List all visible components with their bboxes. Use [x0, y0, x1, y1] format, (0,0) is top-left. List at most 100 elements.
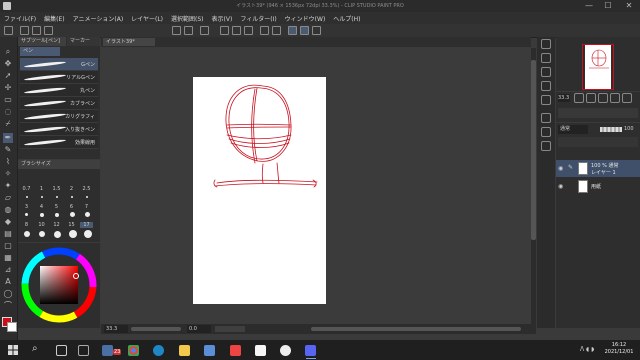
- menu-file[interactable]: ファイル(F): [0, 14, 40, 23]
- app-taskbar-icon[interactable]: [102, 345, 113, 356]
- chrome-icon[interactable]: [128, 345, 139, 356]
- lasso-tool-icon[interactable]: ◌: [3, 107, 13, 117]
- correct-line-tool-icon[interactable]: ⌒: [3, 301, 13, 311]
- snap-grid-icon[interactable]: [312, 26, 321, 35]
- fill-tool-icon[interactable]: ◆: [3, 217, 13, 227]
- search-icon[interactable]: ⌕: [32, 343, 38, 354]
- horizontal-scroll-thumb[interactable]: [311, 327, 521, 331]
- layer-move-tool-icon[interactable]: ✢: [3, 83, 13, 93]
- pen-tool-icon[interactable]: ✒: [3, 133, 13, 143]
- operation-tool-icon[interactable]: ➚: [3, 71, 13, 81]
- layer-tool-icon[interactable]: [598, 93, 608, 103]
- edge-icon[interactable]: [153, 345, 164, 356]
- size-option[interactable]: 2: [65, 186, 78, 192]
- ruler-tool-icon[interactable]: ⊿: [3, 265, 13, 275]
- size-option[interactable]: 1: [35, 186, 48, 192]
- zoom-slider[interactable]: [131, 327, 181, 331]
- menu-selection[interactable]: 選択範囲(S): [167, 14, 208, 23]
- menu-animation[interactable]: アニメーション(A): [69, 14, 128, 23]
- paper-canvas[interactable]: [193, 77, 326, 304]
- selection-tool-icon[interactable]: ▭: [3, 95, 13, 105]
- fill-icon[interactable]: [232, 26, 241, 35]
- size-dot[interactable]: [70, 212, 75, 217]
- size-dot[interactable]: [85, 212, 90, 217]
- new-file-icon[interactable]: [20, 26, 29, 35]
- menu-view[interactable]: 表示(V): [208, 14, 237, 23]
- clip-studio-paint-icon[interactable]: [280, 345, 291, 356]
- pencil-tool-icon[interactable]: ✎: [3, 145, 13, 155]
- navigator-viewport-frame[interactable]: [582, 44, 614, 90]
- invert-selection-icon[interactable]: [272, 26, 281, 35]
- snap-special-ruler-icon[interactable]: [300, 26, 309, 35]
- gradient-tool-icon[interactable]: ▤: [3, 229, 13, 239]
- brush-item[interactable]: リアルGペン: [20, 71, 98, 84]
- size-dot[interactable]: [26, 196, 28, 198]
- layer-property-icon[interactable]: [541, 113, 551, 123]
- eraser-tool-icon[interactable]: ▱: [3, 193, 13, 203]
- windows-start-icon[interactable]: [8, 345, 18, 355]
- size-option[interactable]: 1.5: [50, 186, 63, 192]
- figure-tool-icon[interactable]: ▢: [3, 241, 13, 251]
- layer-tool-icon[interactable]: [586, 93, 596, 103]
- frame-tool-icon[interactable]: ▦: [3, 253, 13, 263]
- widgets-icon[interactable]: [78, 345, 89, 356]
- size-dot[interactable]: [84, 230, 92, 238]
- brush-item[interactable]: 効果線用: [20, 136, 98, 149]
- vertical-scroll-thumb[interactable]: [531, 60, 536, 240]
- size-dot[interactable]: [54, 231, 61, 238]
- size-option[interactable]: 4: [35, 204, 48, 210]
- size-dot[interactable]: [41, 196, 43, 198]
- size-dot[interactable]: [56, 196, 58, 198]
- size-dot[interactable]: [39, 231, 45, 237]
- close-button[interactable]: ✕: [622, 1, 636, 11]
- size-dot[interactable]: [55, 213, 59, 217]
- discord-icon[interactable]: [305, 345, 316, 356]
- zoom-field[interactable]: 33.3: [104, 325, 128, 333]
- size-dot[interactable]: [40, 213, 44, 217]
- layer-tool-icon[interactable]: [610, 93, 620, 103]
- marker-tab[interactable]: マーカー: [67, 37, 100, 46]
- layer-row[interactable]: ◉ 用紙: [556, 178, 640, 195]
- eye-icon[interactable]: ◉: [558, 183, 563, 190]
- sub-view-icon[interactable]: [541, 53, 551, 63]
- transform-icon[interactable]: [244, 26, 253, 35]
- size-dot[interactable]: [25, 213, 28, 216]
- move-tool-icon[interactable]: ✥: [3, 59, 13, 69]
- brush-item[interactable]: カリグラフィ: [20, 110, 98, 123]
- menu-filter[interactable]: フィルター(I): [236, 14, 280, 23]
- airbrush-tool-icon[interactable]: ✧: [3, 169, 13, 179]
- brush-item[interactable]: カブラペン: [20, 97, 98, 110]
- menu-window[interactable]: ウィンドウ(W): [281, 14, 330, 23]
- pen-group-tab[interactable]: ペン: [20, 47, 60, 56]
- size-option-selected[interactable]: 17: [80, 222, 93, 228]
- menu-help[interactable]: ヘルプ(H): [329, 14, 364, 23]
- redo-icon[interactable]: [184, 26, 193, 35]
- clear-icon[interactable]: [220, 26, 229, 35]
- zoom-tool-icon[interactable]: ⌕: [3, 47, 13, 57]
- material-icon[interactable]: [541, 95, 551, 105]
- size-option[interactable]: 6: [65, 204, 78, 210]
- layer-tool-icon[interactable]: [622, 93, 632, 103]
- music-icon[interactable]: [230, 345, 241, 356]
- rotation-field[interactable]: 0.0: [187, 325, 211, 333]
- history-icon[interactable]: [541, 81, 551, 91]
- clip-studio-icon[interactable]: [255, 345, 266, 356]
- layer-row-selected[interactable]: ◉ ✎ 100 % 通常 レイヤー 1: [556, 160, 640, 177]
- subtool-tab[interactable]: サブツール[ペン]: [18, 37, 66, 46]
- size-dot[interactable]: [86, 196, 88, 198]
- minimize-button[interactable]: —: [582, 1, 596, 11]
- size-option[interactable]: 12: [50, 222, 63, 228]
- undo-icon[interactable]: [172, 26, 181, 35]
- size-option[interactable]: 3: [20, 204, 33, 210]
- size-dot[interactable]: [69, 230, 77, 238]
- size-dot[interactable]: [71, 196, 73, 198]
- size-dot[interactable]: [24, 231, 30, 237]
- eye-icon[interactable]: ◉: [558, 165, 563, 172]
- loading-icon[interactable]: [200, 26, 209, 35]
- size-option[interactable]: 2.5: [80, 186, 93, 192]
- save-icon[interactable]: [44, 26, 53, 35]
- file-explorer-icon[interactable]: [179, 345, 190, 356]
- text-tool-icon[interactable]: A: [3, 277, 13, 287]
- layer-panel-icon[interactable]: [541, 141, 551, 151]
- eyedropper-tool-icon[interactable]: ⌿: [3, 119, 13, 129]
